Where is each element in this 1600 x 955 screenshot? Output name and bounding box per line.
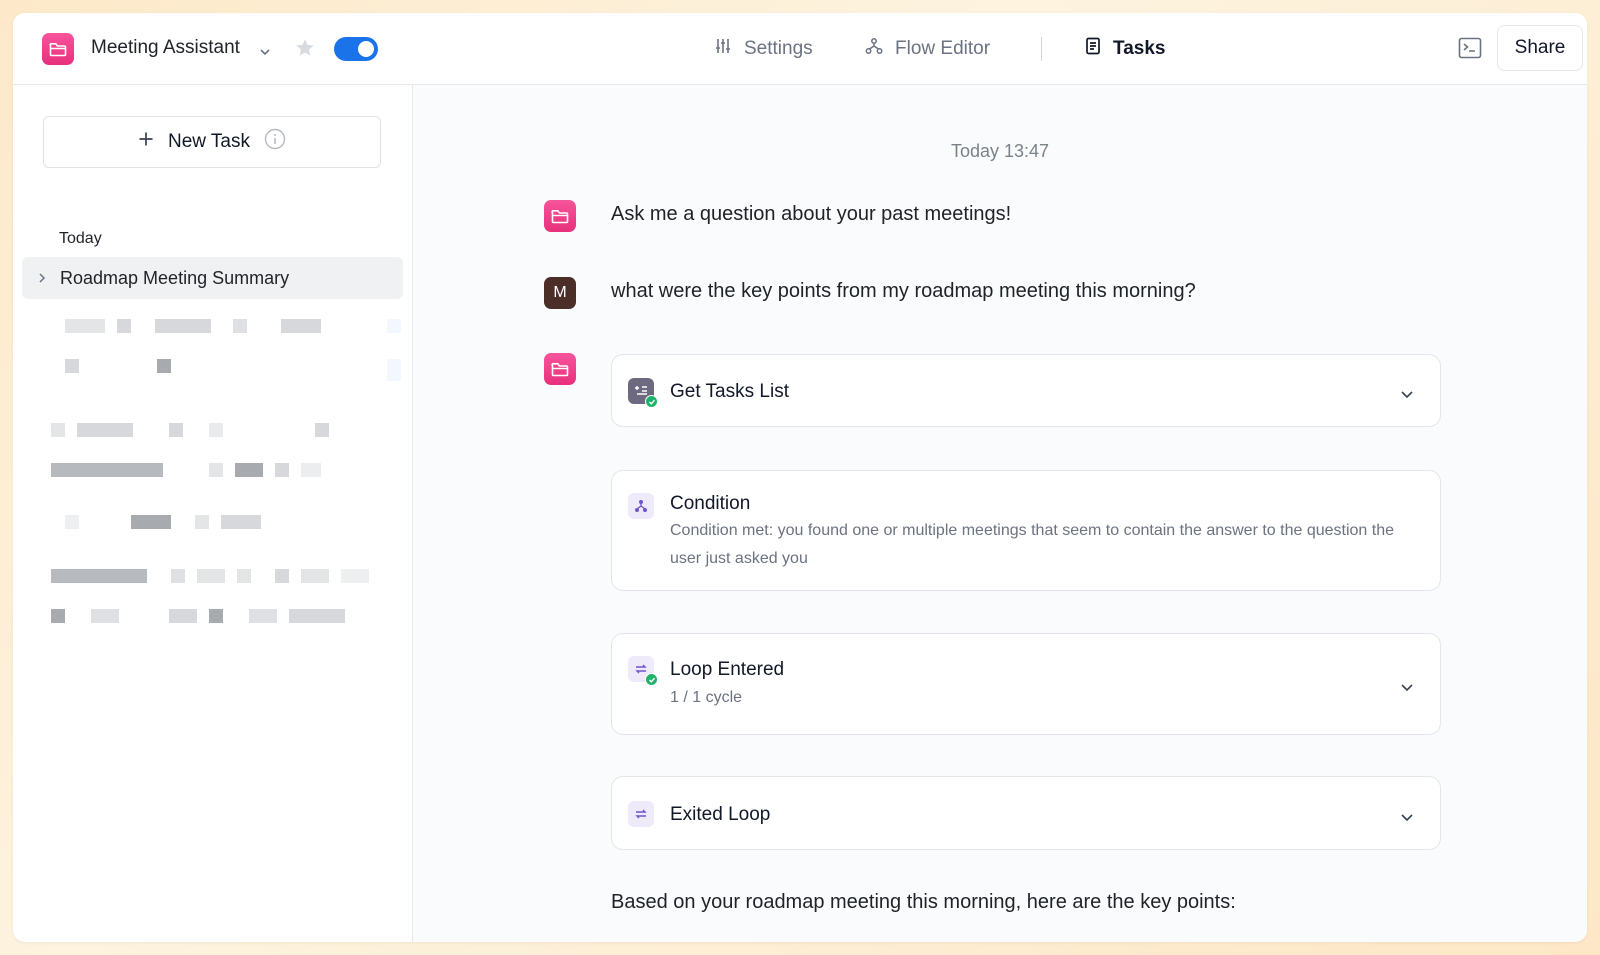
plus-icon [138, 131, 154, 153]
share-button[interactable]: Share [1497, 25, 1583, 71]
sidebar: New Task Today Roadmap Meeting Summary [13, 85, 413, 942]
step-title: Condition [670, 493, 751, 514]
message-timestamp: Today 13:47 [950, 141, 1050, 161]
bot-message: Ask me a question about your past meetin… [611, 203, 1012, 225]
bot-answer-text: Based on your roadmap meeting this morni… [611, 891, 1236, 913]
chevron-right-icon[interactable] [38, 268, 46, 289]
step-title: Get Tasks List [670, 381, 789, 402]
flow-icon [865, 37, 883, 61]
app-logo-folder-icon[interactable] [42, 33, 74, 65]
bot-avatar-folder-icon [544, 353, 576, 385]
tab-flow-editor[interactable]: Flow Editor [865, 37, 990, 61]
step-card-exited-loop[interactable]: Exited Loop [611, 776, 1441, 850]
tab-settings-label: Settings [744, 38, 813, 59]
tab-flow-editor-label: Flow Editor [895, 38, 991, 59]
tab-settings[interactable]: Settings [714, 37, 813, 61]
document-icon [1085, 37, 1101, 61]
redacted-list-item [51, 569, 381, 583]
chevron-down-icon[interactable] [259, 43, 271, 61]
app-name[interactable]: Meeting Assistant [91, 37, 240, 59]
nav-divider [1041, 37, 1042, 61]
redacted-list-item [51, 359, 401, 381]
success-check-icon [645, 395, 658, 408]
success-check-icon [645, 673, 658, 686]
chevron-down-icon[interactable] [1400, 809, 1414, 827]
loop-icon [628, 801, 654, 827]
tab-tasks[interactable]: Tasks [1085, 37, 1165, 61]
loop-icon [628, 656, 658, 686]
step-card-get-tasks-list[interactable]: Get Tasks List [611, 354, 1441, 427]
info-icon[interactable] [264, 128, 286, 156]
terminal-icon[interactable] [1458, 37, 1482, 64]
star-icon[interactable] [294, 37, 316, 64]
branch-icon [628, 493, 654, 519]
chat-panel: Today 13:47 Ask me a question about your… [413, 85, 1587, 942]
sliders-icon [714, 37, 732, 61]
step-subtitle: Condition met: you found one or multiple… [670, 522, 1394, 567]
chevron-down-icon[interactable] [1400, 386, 1414, 404]
step-title: Exited Loop [670, 804, 771, 825]
step-title: Loop Entered [670, 659, 785, 680]
redacted-list-item [51, 609, 381, 623]
step-card-loop-entered[interactable]: Loop Entered 1 / 1 cycle [611, 633, 1441, 735]
top-bar: Meeting Assistant Settings Flow Editor T… [13, 13, 1587, 85]
toggle-knob [358, 41, 374, 57]
redacted-list-item [51, 423, 381, 437]
redacted-list-item [51, 463, 381, 477]
chevron-down-icon[interactable] [1400, 679, 1414, 697]
bot-avatar-folder-icon [544, 200, 576, 232]
new-task-button[interactable]: New Task [43, 116, 381, 168]
sidebar-section-today: Today [59, 230, 102, 247]
new-task-label: New Task [167, 131, 250, 152]
sidebar-item-label: Roadmap Meeting Summary [60, 267, 290, 288]
step-card-condition: Condition Condition met: you found one o… [611, 470, 1441, 591]
user-avatar: M [544, 277, 576, 309]
app-window: Meeting Assistant Settings Flow Editor T… [13, 13, 1587, 942]
redacted-list-item [51, 515, 381, 529]
redacted-list-item [51, 319, 401, 333]
tab-tasks-label: Tasks [1113, 38, 1166, 59]
tasks-check-icon [628, 378, 658, 408]
user-message: what were the key points from my roadmap… [611, 280, 1196, 302]
step-subtitle: 1 / 1 cycle [670, 689, 743, 706]
sidebar-item-roadmap-meeting-summary[interactable]: Roadmap Meeting Summary [22, 257, 403, 299]
enable-toggle[interactable] [334, 37, 378, 61]
